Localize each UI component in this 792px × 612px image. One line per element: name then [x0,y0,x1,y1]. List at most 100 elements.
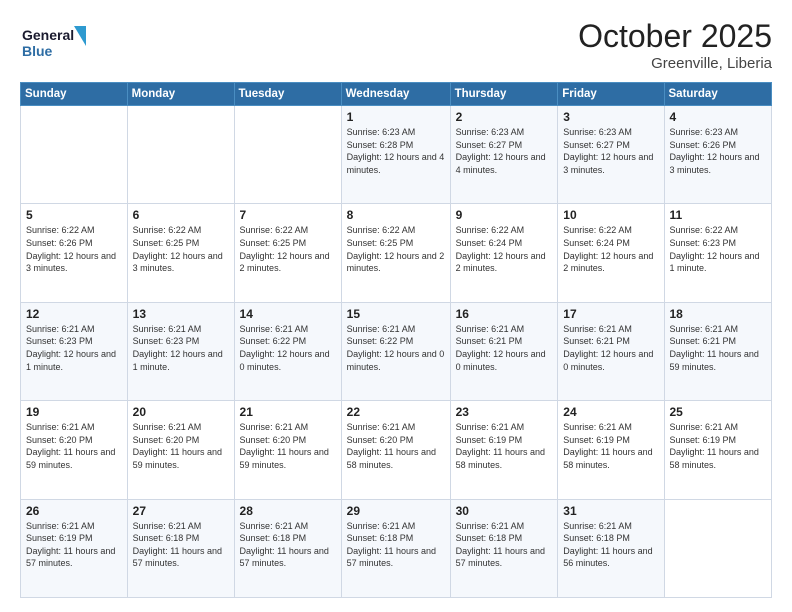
day-info: Sunrise: 6:21 AMSunset: 6:21 PMDaylight:… [456,323,553,373]
day-info: Sunrise: 6:21 AMSunset: 6:19 PMDaylight:… [456,421,553,471]
calendar-cell: 3 Sunrise: 6:23 AMSunset: 6:27 PMDaylight… [558,106,664,204]
day-number: 22 [347,405,445,419]
day-info: Sunrise: 6:21 AMSunset: 6:18 PMDaylight:… [133,520,229,570]
calendar-cell: 17 Sunrise: 6:21 AMSunset: 6:21 PMDayligh… [558,302,664,400]
day-info: Sunrise: 6:21 AMSunset: 6:18 PMDaylight:… [456,520,553,570]
calendar-cell: 10Sunrise: 6:22 AMSunset: 6:24 PMDayligh… [558,204,664,302]
calendar-cell: 23 Sunrise: 6:21 AMSunset: 6:19 PMDayligh… [450,401,558,499]
calendar-cell: 29Sunrise: 6:21 AMSunset: 6:18 PMDayligh… [341,499,450,597]
day-info: Sunrise: 6:23 AMSunset: 6:28 PMDaylight:… [347,126,445,176]
calendar-cell: 19 Sunrise: 6:21 AMSunset: 6:20 PMDayligh… [21,401,128,499]
day-number: 25 [670,405,767,419]
calendar-cell: 27 Sunrise: 6:21 AMSunset: 6:18 PMDayligh… [127,499,234,597]
title-block: October 2025 Greenville, Liberia [578,18,772,72]
day-number: 31 [563,504,658,518]
day-number: 3 [563,110,658,124]
calendar-cell: 30 Sunrise: 6:21 AMSunset: 6:18 PMDayligh… [450,499,558,597]
day-number: 12 [26,307,122,321]
day-number: 18 [670,307,767,321]
col-saturday: Saturday [664,83,772,106]
calendar-cell: 5 Sunrise: 6:22 AMSunset: 6:26 PMDaylight… [21,204,128,302]
day-number: 28 [240,504,336,518]
svg-text:General: General [22,27,74,43]
calendar-cell: 31Sunrise: 6:21 AMSunset: 6:18 PMDayligh… [558,499,664,597]
calendar-cell: 12Sunrise: 6:21 AMSunset: 6:23 PMDayligh… [21,302,128,400]
calendar-cell: 15 Sunrise: 6:21 AMSunset: 6:22 PMDayligh… [341,302,450,400]
location: Greenville, Liberia [578,55,772,72]
day-number: 19 [26,405,122,419]
col-friday: Friday [558,83,664,106]
day-number: 2 [456,110,553,124]
day-number: 16 [456,307,553,321]
day-info: Sunrise: 6:21 AMSunset: 6:19 PMDaylight:… [670,421,767,471]
day-number: 27 [133,504,229,518]
calendar-cell: 28 Sunrise: 6:21 AMSunset: 6:18 PMDayligh… [234,499,341,597]
day-number: 5 [26,208,122,222]
calendar-cell: 2 Sunrise: 6:23 AMSunset: 6:27 PMDaylight… [450,106,558,204]
calendar-cell [21,106,128,204]
day-info: Sunrise: 6:21 AMSunset: 6:19 PMDaylight:… [26,520,122,570]
day-number: 8 [347,208,445,222]
calendar-cell: 18 Sunrise: 6:21 AMSunset: 6:21 PMDayligh… [664,302,772,400]
day-info: Sunrise: 6:21 AMSunset: 6:22 PMDaylight:… [347,323,445,373]
day-number: 24 [563,405,658,419]
calendar-cell: 1 Sunrise: 6:23 AMSunset: 6:28 PMDaylight… [341,106,450,204]
day-number: 1 [347,110,445,124]
calendar-cell: 21 Sunrise: 6:21 AMSunset: 6:20 PMDayligh… [234,401,341,499]
calendar-cell: 9 Sunrise: 6:22 AMSunset: 6:24 PMDaylight… [450,204,558,302]
calendar-week-row: 19 Sunrise: 6:21 AMSunset: 6:20 PMDayligh… [21,401,772,499]
calendar-week-row: 5 Sunrise: 6:22 AMSunset: 6:26 PMDaylight… [21,204,772,302]
col-wednesday: Wednesday [341,83,450,106]
day-info: Sunrise: 6:21 AMSunset: 6:20 PMDaylight:… [26,421,122,471]
calendar-cell [234,106,341,204]
day-info: Sunrise: 6:21 AMSunset: 6:21 PMDaylight:… [670,323,767,373]
day-info: Sunrise: 6:22 AMSunset: 6:25 PMDaylight:… [240,224,336,274]
calendar-cell: 25 Sunrise: 6:21 AMSunset: 6:19 PMDayligh… [664,401,772,499]
calendar-cell [127,106,234,204]
day-info: Sunrise: 6:21 AMSunset: 6:20 PMDaylight:… [240,421,336,471]
svg-text:Blue: Blue [22,43,53,59]
day-info: Sunrise: 6:22 AMSunset: 6:24 PMDaylight:… [456,224,553,274]
logo: General Blue [20,18,92,62]
day-number: 30 [456,504,553,518]
day-number: 6 [133,208,229,222]
calendar-cell: 22 Sunrise: 6:21 AMSunset: 6:20 PMDayligh… [341,401,450,499]
day-number: 13 [133,307,229,321]
day-number: 23 [456,405,553,419]
calendar: Sunday Monday Tuesday Wednesday Thursday… [20,82,772,598]
calendar-cell: 20Sunrise: 6:21 AMSunset: 6:20 PMDayligh… [127,401,234,499]
day-info: Sunrise: 6:22 AMSunset: 6:25 PMDaylight:… [347,224,445,274]
calendar-cell: 6Sunrise: 6:22 AMSunset: 6:25 PMDaylight… [127,204,234,302]
day-info: Sunrise: 6:23 AMSunset: 6:27 PMDaylight:… [456,126,553,176]
col-sunday: Sunday [21,83,128,106]
day-info: Sunrise: 6:21 AMSunset: 6:18 PMDaylight:… [240,520,336,570]
day-info: Sunrise: 6:21 AMSunset: 6:20 PMDaylight:… [347,421,445,471]
day-number: 7 [240,208,336,222]
day-number: 29 [347,504,445,518]
day-number: 21 [240,405,336,419]
day-number: 15 [347,307,445,321]
day-number: 14 [240,307,336,321]
col-tuesday: Tuesday [234,83,341,106]
calendar-cell: 24 Sunrise: 6:21 AMSunset: 6:19 PMDayligh… [558,401,664,499]
day-number: 9 [456,208,553,222]
calendar-cell: 8 Sunrise: 6:22 AMSunset: 6:25 PMDaylight… [341,204,450,302]
day-number: 26 [26,504,122,518]
calendar-cell: 16 Sunrise: 6:21 AMSunset: 6:21 PMDayligh… [450,302,558,400]
calendar-cell: 7 Sunrise: 6:22 AMSunset: 6:25 PMDaylight… [234,204,341,302]
day-info: Sunrise: 6:23 AMSunset: 6:26 PMDaylight:… [670,126,767,176]
day-info: Sunrise: 6:23 AMSunset: 6:27 PMDaylight:… [563,126,658,176]
day-info: Sunrise: 6:21 AMSunset: 6:21 PMDaylight:… [563,323,658,373]
day-number: 20 [133,405,229,419]
calendar-cell: 11Sunrise: 6:22 AMSunset: 6:23 PMDayligh… [664,204,772,302]
day-number: 17 [563,307,658,321]
calendar-cell: 14 Sunrise: 6:21 AMSunset: 6:22 PMDayligh… [234,302,341,400]
day-info: Sunrise: 6:21 AMSunset: 6:22 PMDaylight:… [240,323,336,373]
day-info: Sunrise: 6:21 AMSunset: 6:19 PMDaylight:… [563,421,658,471]
calendar-cell: 13 Sunrise: 6:21 AMSunset: 6:23 PMDayligh… [127,302,234,400]
col-monday: Monday [127,83,234,106]
day-number: 4 [670,110,767,124]
day-info: Sunrise: 6:22 AMSunset: 6:26 PMDaylight:… [26,224,122,274]
day-info: Sunrise: 6:21 AMSunset: 6:23 PMDaylight:… [133,323,229,373]
header: General Blue October 2025 Greenville, Li… [20,18,772,72]
